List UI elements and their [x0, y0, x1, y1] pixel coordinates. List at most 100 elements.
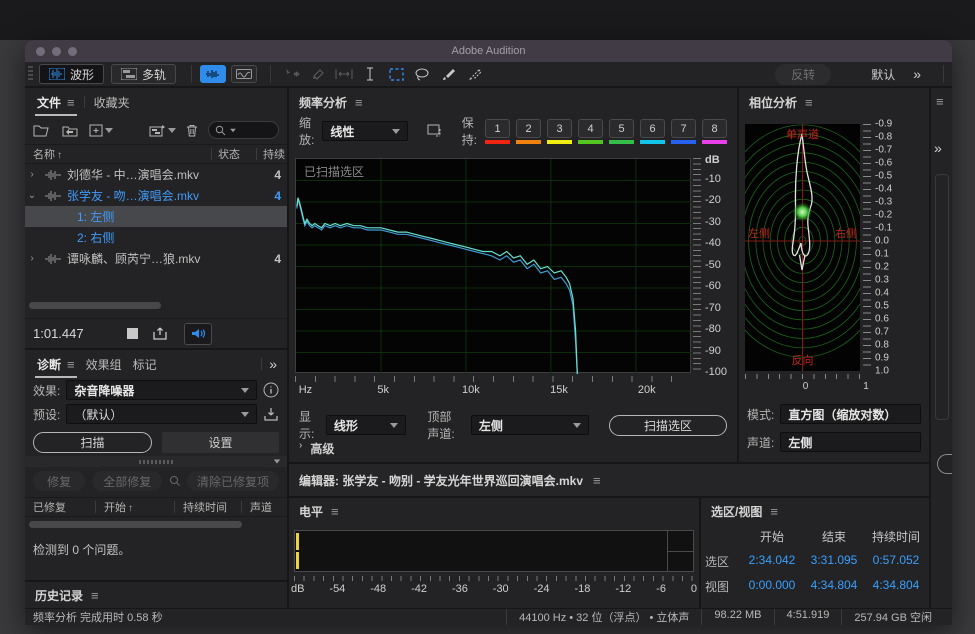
- mode-dropdown[interactable]: 直方图（缩放对数）: [780, 404, 921, 424]
- razor-tool-icon[interactable]: [306, 64, 330, 84]
- scale-dropdown[interactable]: 线性: [322, 121, 408, 141]
- advanced-disclosure[interactable]: ›高级: [299, 440, 334, 457]
- marquee-select-icon[interactable]: [427, 124, 443, 138]
- scan-selection-button[interactable]: 扫描选区: [609, 415, 727, 436]
- hold-button-7[interactable]: 7: [671, 119, 696, 144]
- selection-row-label: 选区: [705, 553, 741, 570]
- slip-tool-icon[interactable]: [332, 64, 356, 84]
- file-row[interactable]: 2: 右侧: [25, 227, 287, 248]
- panel-menu-icon[interactable]: [593, 473, 601, 488]
- brush-tool-icon[interactable]: [436, 64, 460, 84]
- spectral-display-toggle[interactable]: [231, 65, 257, 83]
- clear-repaired-button[interactable]: 清除已修复项: [187, 471, 279, 491]
- panel-menu-icon[interactable]: [805, 95, 813, 110]
- collapsed-panel-frame[interactable]: [935, 174, 949, 420]
- hold-button-3[interactable]: 3: [547, 119, 572, 144]
- panel-menu-icon[interactable]: [770, 504, 778, 519]
- preset-label: 预设:: [33, 406, 60, 423]
- diagnostics-horizontal-scrollbar[interactable]: [27, 520, 285, 529]
- selection-time-value[interactable]: 2:34.042: [741, 553, 803, 570]
- settings-button[interactable]: 设置: [162, 432, 279, 453]
- column-2[interactable]: 持续时间: [175, 499, 241, 515]
- panel-menu-icon[interactable]: [91, 588, 99, 603]
- display-dropdown[interactable]: 线形: [326, 415, 406, 435]
- column-name[interactable]: 名称: [25, 146, 211, 162]
- hold-button-5[interactable]: 5: [609, 119, 634, 144]
- hold-button-1[interactable]: 1: [485, 119, 510, 144]
- column-status[interactable]: 状态: [212, 146, 256, 162]
- selection-time-value[interactable]: 3:31.095: [803, 553, 865, 570]
- info-icon[interactable]: [263, 382, 279, 398]
- panel-menu-icon[interactable]: [67, 357, 75, 372]
- open-file-icon[interactable]: [33, 124, 51, 137]
- file-row[interactable]: ⌄张学友 - 吻…演唱会.mkv4: [25, 185, 287, 206]
- stop-button[interactable]: [127, 328, 138, 339]
- top-channel-dropdown[interactable]: 左侧: [471, 415, 589, 435]
- frequency-plot[interactable]: 已扫描选区: [295, 158, 691, 373]
- phase-right-label: 右侧: [835, 225, 857, 241]
- waveform-view-button[interactable]: 波形: [39, 64, 104, 84]
- clipped-button[interactable]: [937, 454, 952, 474]
- phase-display[interactable]: 单声道 左侧 右侧 反向: [745, 124, 860, 371]
- search-input[interactable]: [208, 121, 279, 139]
- file-row[interactable]: 1: 左侧: [25, 206, 287, 227]
- toolbar-grip[interactable]: [28, 66, 33, 82]
- tab-markers[interactable]: 标记: [131, 351, 159, 378]
- scan-button[interactable]: 扫描: [33, 432, 152, 453]
- auto-play-toggle[interactable]: [184, 323, 212, 345]
- spot-heal-tool-icon[interactable]: [462, 64, 486, 84]
- workspace-overflow-chevron-icon[interactable]: [913, 66, 921, 82]
- expand-panel-chevron-icon[interactable]: [934, 140, 942, 156]
- lasso-tool-icon[interactable]: [410, 64, 434, 84]
- move-tool-icon[interactable]: [280, 64, 304, 84]
- status-segment: 4:51.919: [774, 609, 842, 625]
- selection-time-value[interactable]: 0:00.000: [741, 578, 803, 595]
- panel-menu-icon[interactable]: [67, 95, 75, 110]
- repair-all-button[interactable]: 全部修复: [92, 471, 162, 491]
- selection-time-value[interactable]: 4:34.804: [803, 578, 865, 595]
- column-duration[interactable]: 持续: [257, 146, 287, 162]
- panel-menu-icon[interactable]: [331, 504, 339, 519]
- panel-menu-icon[interactable]: [936, 94, 944, 109]
- hold-button-4[interactable]: 4: [578, 119, 603, 144]
- insert-into-multitrack-icon[interactable]: [149, 124, 176, 137]
- column-0[interactable]: 已修复: [25, 499, 95, 515]
- preset-dropdown[interactable]: （默认）: [66, 404, 257, 424]
- multitrack-view-button[interactable]: 多轨: [111, 64, 176, 84]
- file-row[interactable]: ›谭咏麟、顾芮宁…狼.mkv4: [25, 248, 287, 269]
- file-row[interactable]: ›刘德华 - 中…演唱会.mkv4: [25, 164, 287, 185]
- invert-button[interactable]: 反转: [775, 64, 831, 85]
- column-3[interactable]: 声道: [242, 499, 286, 515]
- chevron-down-icon[interactable]: ⌄: [25, 190, 39, 201]
- tab-favorites[interactable]: 收藏夹: [92, 89, 132, 116]
- hold-buttons: 12345678: [485, 119, 727, 144]
- tab-diagnostics[interactable]: 诊断: [35, 351, 77, 378]
- panel-menu-icon[interactable]: [355, 95, 363, 110]
- effect-dropdown[interactable]: 杂音降噪器: [66, 380, 257, 400]
- panel-overflow-chevron-icon[interactable]: [269, 356, 277, 372]
- column-1[interactable]: 开始: [96, 499, 174, 515]
- export-icon[interactable]: [152, 326, 170, 341]
- chevron-right-icon[interactable]: ›: [25, 253, 39, 264]
- new-file-icon[interactable]: [89, 124, 113, 137]
- files-horizontal-scrollbar[interactable]: [27, 301, 285, 310]
- tab-effects-rack[interactable]: 效果组: [84, 351, 124, 378]
- import-file-icon[interactable]: [61, 124, 79, 137]
- channel-dropdown[interactable]: 左侧: [780, 432, 921, 452]
- tab-files[interactable]: 文件: [35, 89, 77, 116]
- save-preset-icon[interactable]: [263, 407, 279, 421]
- repair-button[interactable]: 修复: [33, 471, 85, 491]
- phase-tick-label: 0.4: [875, 287, 889, 298]
- chevron-right-icon[interactable]: ›: [25, 169, 39, 180]
- waveform-display-toggle[interactable]: [200, 65, 226, 83]
- marquee-tool-icon[interactable]: [384, 64, 408, 84]
- hold-button-2[interactable]: 2: [516, 119, 541, 144]
- workspace-selector[interactable]: 默认: [871, 66, 895, 83]
- hold-button-6[interactable]: 6: [640, 119, 665, 144]
- selection-time-value[interactable]: 4:34.804: [865, 578, 927, 595]
- selection-time-value[interactable]: 0:57.052: [865, 553, 927, 570]
- hold-button-8[interactable]: 8: [702, 119, 727, 144]
- trash-icon[interactable]: [186, 124, 198, 137]
- ibeam-tool-icon[interactable]: [358, 64, 382, 84]
- panel-splitter[interactable]: [25, 456, 287, 467]
